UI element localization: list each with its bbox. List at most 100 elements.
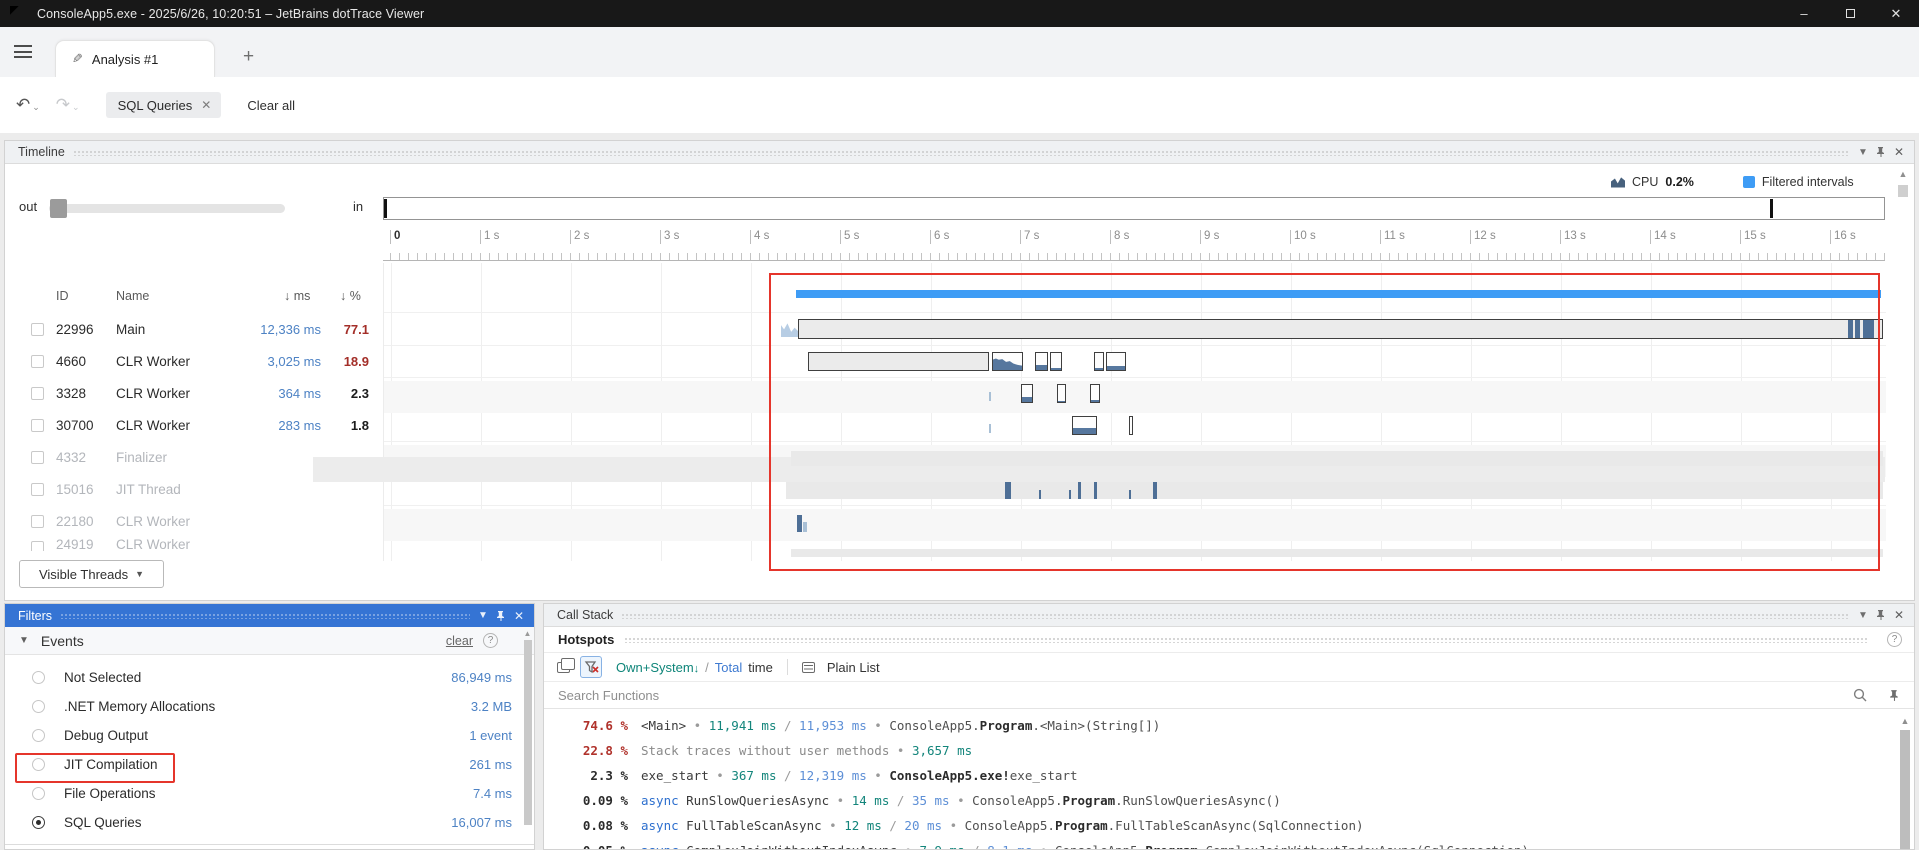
tab-analysis-1[interactable]: ✎ Analysis #1 — [55, 40, 215, 77]
search-input[interactable]: Search Functions — [558, 688, 659, 703]
thread-row-4660[interactable]: 4660CLR Worker3,025 ms18.9 — [1, 345, 383, 377]
col-header-pct[interactable]: ↓ % — [340, 289, 361, 313]
clear-all-button[interactable]: Clear all — [247, 98, 295, 113]
search-functions-bar[interactable]: Search Functions — [544, 682, 1914, 709]
thread-row-22180[interactable]: 22180 CLR Worker — [1, 505, 383, 537]
thread-checkbox[interactable] — [31, 355, 44, 368]
own-system-sort-button[interactable]: Own+System↓ — [616, 660, 699, 675]
thread-name: JIT Thread — [116, 482, 181, 497]
filter-x-icon — [584, 661, 599, 674]
panel-dropdown-icon[interactable]: ▼ — [1858, 610, 1868, 621]
filter-label: .NET Memory Allocations — [64, 699, 215, 714]
filters-panel-header: Filters ▼ ✕ — [5, 604, 534, 627]
radio-button[interactable] — [32, 700, 45, 713]
thread-id: 24919 — [56, 537, 94, 551]
timeline-scrollbar[interactable]: ▲ — [1894, 169, 1912, 594]
visible-threads-button[interactable]: Visible Threads ▼ — [19, 560, 164, 588]
scroll-up-icon[interactable]: ▲ — [522, 629, 533, 638]
thread-row-15016[interactable]: 15016JIT Thread — [1, 473, 383, 505]
filter-item-debug-output[interactable]: Debug Output1 event — [5, 721, 534, 750]
thread-id: 30700 — [56, 418, 94, 433]
plain-list-button[interactable]: Plain List — [827, 660, 880, 675]
thread-id: 4660 — [56, 354, 86, 369]
thread-row-24919[interactable]: 24919CLR Worker — [1, 537, 383, 551]
filter-value: 3.2 MB — [471, 699, 512, 714]
add-tab-button[interactable]: + — [243, 47, 254, 66]
hide-system-functions-button[interactable] — [580, 656, 602, 678]
thread-id: 22180 — [56, 514, 94, 529]
thread-checkbox[interactable] — [31, 483, 44, 496]
hotspot-row[interactable]: 22.8 %Stack traces without user methods … — [544, 738, 1914, 763]
hamburger-menu-icon[interactable] — [14, 45, 32, 58]
pin-icon[interactable] — [496, 610, 506, 622]
close-panel-icon[interactable]: ✕ — [514, 609, 524, 623]
thread-name: Finalizer — [116, 450, 167, 465]
scroll-up-icon[interactable]: ▲ — [1898, 716, 1912, 726]
thread-checkbox[interactable] — [31, 387, 44, 400]
pencil-icon: ✎ — [72, 51, 83, 67]
clear-filters-link[interactable]: clear — [446, 634, 473, 648]
expand-frames-button[interactable] — [552, 656, 574, 678]
thread-percent: 77.1 — [344, 322, 369, 337]
help-icon[interactable]: ? — [1887, 632, 1902, 647]
col-header-id[interactable]: ID — [56, 289, 69, 313]
pin-icon[interactable] — [1889, 689, 1900, 702]
thread-table: ID Name ↓ ms ↓ % 22996Main12,336 ms77.14… — [1, 141, 383, 602]
thread-checkbox[interactable] — [31, 323, 44, 336]
thread-name: CLR Worker — [116, 514, 190, 529]
scrollbar-thumb[interactable] — [1898, 185, 1908, 197]
call-stack-scrollbar[interactable]: ▲ — [1898, 716, 1912, 849]
events-section-header[interactable]: ▼ Events clear ? — [5, 627, 534, 655]
undo-dropdown-icon[interactable]: ⌄ — [32, 102, 40, 113]
redo-icon: ↷ — [56, 95, 70, 115]
radio-button[interactable] — [32, 787, 45, 800]
thread-checkbox[interactable] — [31, 451, 44, 464]
filter-item-file-operations[interactable]: File Operations7.4 ms — [5, 779, 534, 808]
hotspot-row[interactable]: 0.05 %async ComplexJoinWithoutIndexAsync… — [544, 838, 1914, 850]
scrollbar-thumb[interactable] — [1900, 730, 1910, 850]
close-button[interactable]: ✕ — [1873, 0, 1919, 27]
thread-row-3328[interactable]: 3328CLR Worker364 ms2.3 — [1, 377, 383, 409]
scroll-up-icon[interactable]: ▲ — [1894, 169, 1912, 179]
col-header-ms[interactable]: ↓ ms — [284, 289, 310, 313]
tab-bar: ✎ Analysis #1 + — [0, 27, 1919, 77]
minimize-button[interactable]: – — [1781, 0, 1827, 27]
sql-queries-filter-chip[interactable]: SQL Queries ✕ — [106, 92, 222, 118]
filters-scrollbar[interactable]: ▲ — [522, 629, 533, 849]
filter-item--net-memory-allocations[interactable]: .NET Memory Allocations 3.2 MB — [5, 692, 534, 721]
thread-checkbox[interactable] — [31, 541, 44, 551]
thread-row-22996[interactable]: 22996Main12,336 ms77.1 — [1, 313, 383, 345]
maximize-button[interactable] — [1827, 0, 1873, 27]
col-header-name[interactable]: Name — [116, 289, 149, 313]
redo-button[interactable]: ↷ ⌄ — [56, 95, 80, 115]
function-name: FullTableScanAsync — [686, 818, 821, 833]
search-icon[interactable] — [1853, 688, 1867, 702]
help-icon[interactable]: ? — [483, 633, 498, 648]
filter-item-sql-queries[interactable]: SQL Queries16,007 ms — [5, 808, 534, 837]
chip-close-icon[interactable]: ✕ — [201, 98, 211, 112]
undo-button[interactable]: ↶ ⌄ — [16, 95, 40, 115]
window-title: ConsoleApp5.exe - 2025/6/26, 10:20:51 – … — [37, 7, 424, 21]
hotspot-row[interactable]: 0.08 %async FullTableScanAsync • 12 ms /… — [544, 813, 1914, 838]
thread-checkbox[interactable] — [31, 515, 44, 528]
chevron-down-icon[interactable]: ▼ — [19, 635, 29, 646]
hotspot-row[interactable]: 0.09 %async RunSlowQueriesAsync • 14 ms … — [544, 788, 1914, 813]
call-stack-panel: Call Stack ▼ ✕ Hotspots ? Own+System↓ / … — [543, 603, 1915, 850]
thread-row-30700[interactable]: 30700CLR Worker283 ms1.8 — [1, 409, 383, 441]
close-panel-icon[interactable]: ✕ — [1894, 608, 1904, 622]
hotspot-row[interactable]: 2.3 %exe_start • 367 ms / 12,319 ms • Co… — [544, 763, 1914, 788]
scrollbar-thumb[interactable] — [524, 640, 532, 825]
radio-button[interactable] — [32, 816, 45, 829]
filter-item-not-selected[interactable]: Not Selected86,949 ms — [5, 663, 534, 692]
panel-dropdown-icon[interactable]: ▼ — [478, 610, 488, 621]
radio-button[interactable] — [32, 671, 45, 684]
hotspot-row[interactable]: 74.6 %<Main> • 11,941 ms / 11,953 ms • C… — [544, 713, 1914, 738]
pin-icon[interactable] — [1876, 609, 1886, 621]
thread-checkbox[interactable] — [31, 419, 44, 432]
thread-row-4332[interactable]: 4332Finalizer — [1, 441, 383, 473]
total-time-button[interactable]: Total — [715, 660, 742, 675]
radio-button[interactable] — [32, 729, 45, 742]
plain-list-icon — [802, 662, 815, 673]
thread-time: 3,025 ms — [268, 354, 321, 369]
thread-name: CLR Worker — [116, 386, 190, 401]
